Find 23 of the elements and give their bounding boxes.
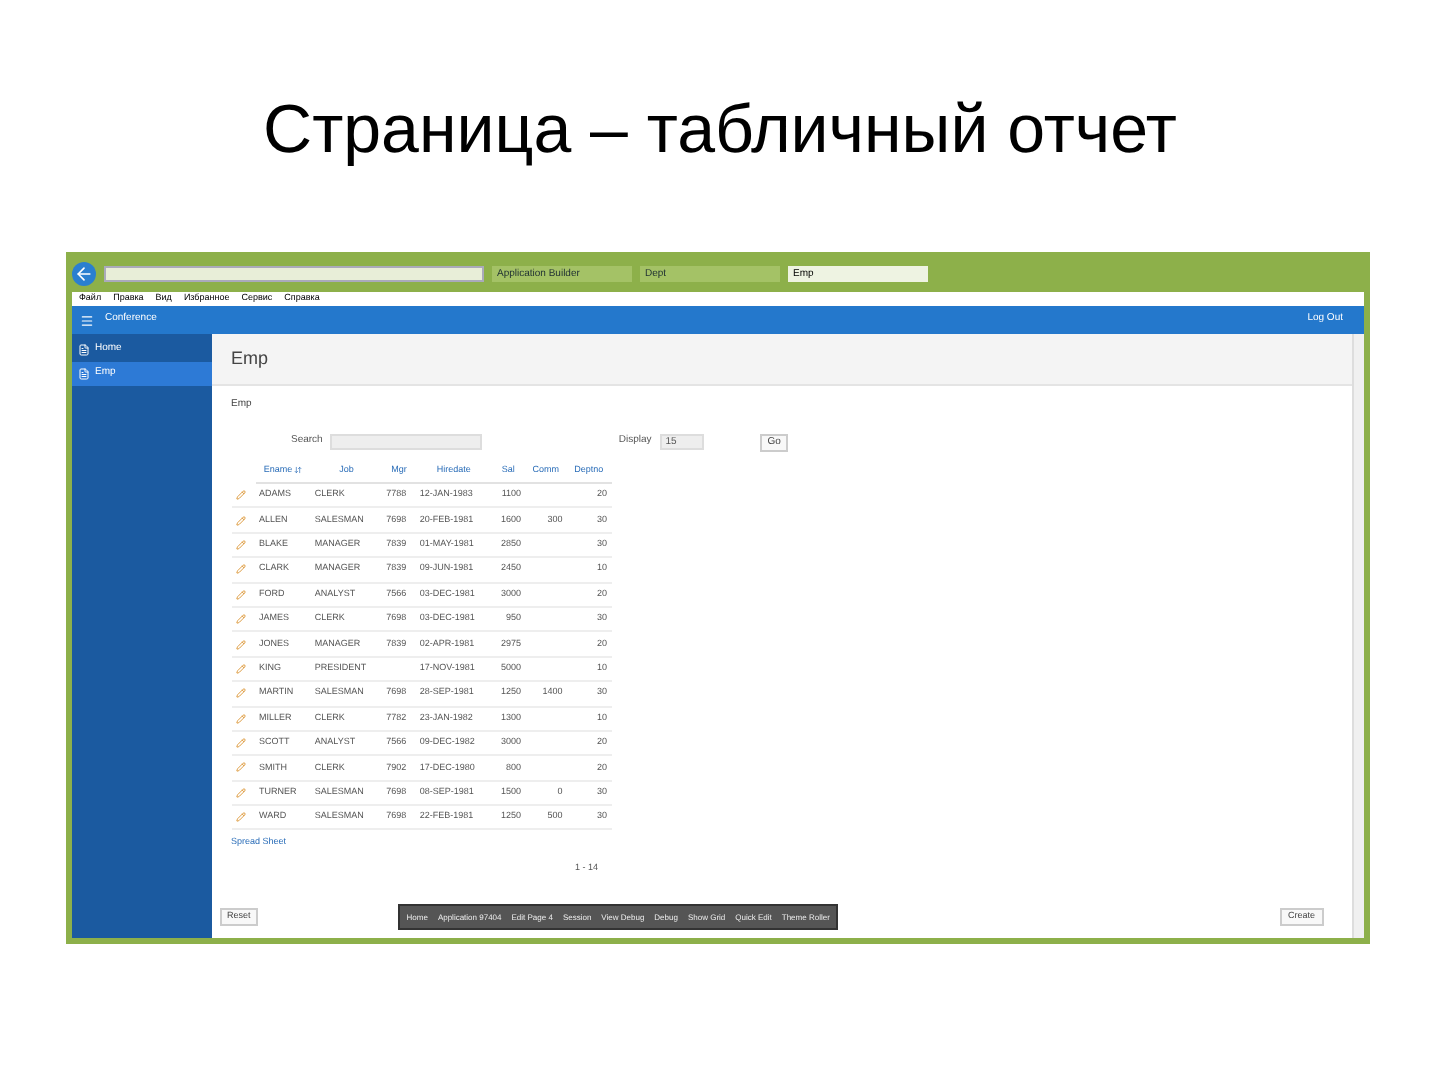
edit-icon[interactable] bbox=[235, 489, 245, 500]
edit-icon[interactable] bbox=[235, 713, 245, 724]
address-field[interactable] bbox=[103, 266, 483, 282]
edit-icon[interactable] bbox=[235, 515, 245, 526]
menu-icon[interactable] bbox=[79, 313, 93, 327]
page-icon bbox=[77, 344, 89, 356]
page-icon bbox=[77, 368, 89, 380]
search-field[interactable] bbox=[330, 434, 483, 450]
edit-icon[interactable] bbox=[235, 589, 245, 600]
edit-icon[interactable] bbox=[235, 688, 245, 699]
edit-icon[interactable] bbox=[235, 639, 245, 650]
slide-title: Страница – табличный отчет bbox=[263, 96, 1177, 164]
edit-icon[interactable] bbox=[235, 663, 245, 674]
edit-icon[interactable] bbox=[235, 738, 245, 749]
sort-icon bbox=[294, 465, 303, 474]
edit-icon[interactable] bbox=[235, 539, 245, 550]
edit-icon[interactable] bbox=[235, 812, 245, 823]
edit-icon[interactable] bbox=[235, 787, 245, 798]
back-icon[interactable] bbox=[71, 262, 95, 286]
edit-icon[interactable] bbox=[235, 564, 245, 575]
edit-icon[interactable] bbox=[235, 762, 245, 773]
page-title: Emp bbox=[231, 345, 269, 372]
edit-icon[interactable] bbox=[235, 614, 245, 625]
